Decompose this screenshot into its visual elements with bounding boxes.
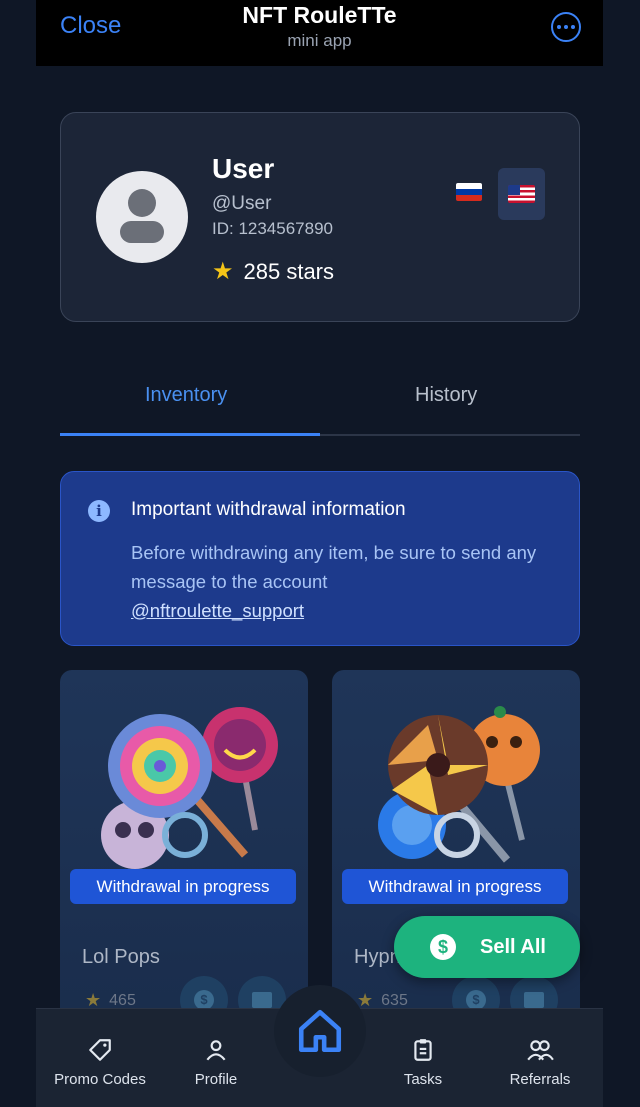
status-badge: Withdrawal in progress (70, 869, 296, 904)
tab-history[interactable]: History (415, 384, 477, 407)
home-icon (298, 1009, 342, 1053)
nav-promo-codes[interactable]: Promo Codes (50, 1037, 150, 1088)
info-text: Before withdrawing any item, be sure to … (131, 538, 561, 625)
dollar-icon: $ (466, 990, 486, 1010)
profile-handle: @User (212, 193, 272, 214)
star-icon: ★ (212, 258, 234, 285)
nav-referrals[interactable]: Referrals (503, 1037, 577, 1088)
language-us-button[interactable] (498, 168, 545, 220)
item-name: Lol Pops (82, 946, 160, 968)
more-dots-icon[interactable] (551, 12, 581, 42)
item-card[interactable]: Withdrawal in progress Lol Pops ★ 465 $ (60, 670, 308, 1030)
clipboard-icon (414, 1039, 432, 1061)
lollipop-art (101, 707, 278, 869)
app-title: NFT RouleTTe (242, 2, 397, 28)
nav-tasks-label: Tasks (403, 1071, 443, 1088)
support-link[interactable]: @nftroulette_support (131, 600, 304, 621)
flag-ru-icon[interactable] (456, 183, 482, 201)
lollipop-art (378, 706, 540, 863)
profile-card: User @User ID: 1234567890 ★ 285 stars (60, 112, 580, 322)
profile-id: ID: 1234567890 (212, 219, 333, 238)
nav-profile[interactable]: Profile (186, 1037, 246, 1088)
archive-icon (524, 992, 544, 1008)
nav-referrals-label: Referrals (509, 1071, 571, 1088)
nav-profile-label: Profile (194, 1071, 238, 1088)
tag-icon (89, 1039, 111, 1061)
dollar-icon: $ (430, 934, 456, 960)
status-badge: Withdrawal in progress (342, 869, 568, 904)
nav-home-button[interactable] (274, 985, 366, 1077)
top-bar: Close NFT RouleTTe mini app (36, 0, 603, 66)
dollar-icon: $ (194, 990, 214, 1010)
stars-balance: ★ 285 stars (212, 257, 334, 286)
tab-inventory[interactable]: Inventory (145, 384, 227, 407)
info-title: Important withdrawal information (131, 499, 406, 520)
user-icon (206, 1040, 226, 1061)
sell-all-button[interactable]: $ Sell All (394, 916, 580, 978)
nav-promo-label: Promo Codes (54, 1071, 146, 1088)
stars-balance-text: 285 stars (243, 258, 335, 284)
avatar (96, 171, 188, 263)
users-icon (527, 1040, 554, 1061)
item-price-value: 465 (109, 991, 136, 1009)
item-price-value: 635 (381, 991, 408, 1009)
profile-name: User (212, 153, 275, 184)
app-subtitle: mini app (287, 31, 352, 50)
nav-tasks[interactable]: Tasks (393, 1037, 453, 1088)
flag-us-icon (508, 185, 535, 203)
archive-icon (252, 992, 272, 1008)
sell-all-label: Sell All (480, 935, 546, 958)
info-icon: i (88, 500, 110, 522)
inventory-tabs: Inventory History (60, 372, 580, 436)
withdrawal-info-box: i Important withdrawal information Befor… (60, 471, 580, 646)
active-tab-indicator (60, 433, 320, 436)
info-body: Before withdrawing any item, be sure to … (131, 542, 537, 592)
